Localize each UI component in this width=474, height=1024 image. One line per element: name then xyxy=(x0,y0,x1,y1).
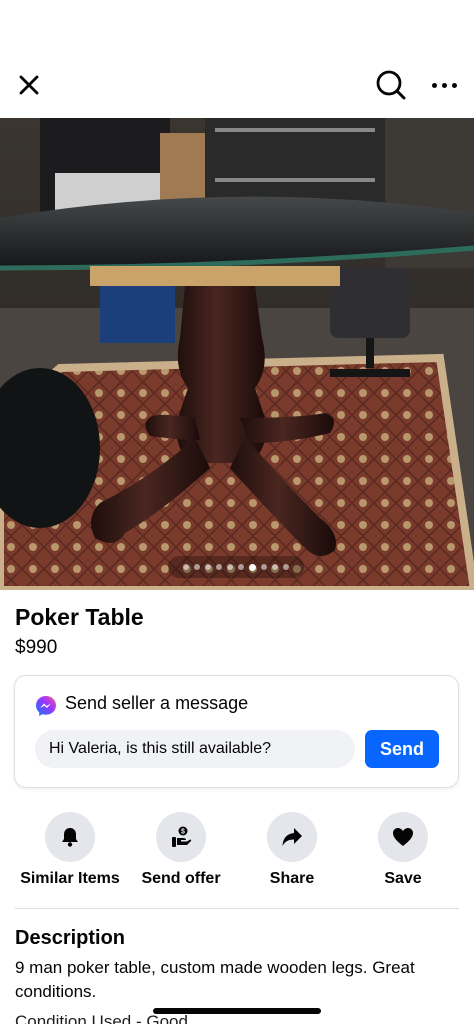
send-offer-label: Send offer xyxy=(141,870,221,887)
messenger-icon xyxy=(35,695,57,717)
listing-photo[interactable] xyxy=(0,118,474,590)
top-bar xyxy=(0,60,474,112)
pager-dot xyxy=(238,564,244,570)
bell-icon xyxy=(45,812,95,862)
action-row: Similar Items $ Send offer Share Save xyxy=(0,812,474,892)
divider xyxy=(15,908,459,909)
message-seller-card: Send seller a message Send xyxy=(14,675,459,788)
search-icon[interactable] xyxy=(374,68,408,102)
pager-dot xyxy=(227,564,233,570)
poker-table-image xyxy=(0,118,474,590)
pager-dot xyxy=(272,564,278,570)
listing-price: $990 xyxy=(15,637,58,658)
send-offer-button[interactable]: $ Send offer xyxy=(121,812,241,892)
description-text: 9 man poker table, custom made wooden le… xyxy=(15,958,415,1001)
pager-dot xyxy=(183,564,189,570)
close-icon[interactable] xyxy=(14,70,44,100)
pager-dot xyxy=(261,564,267,570)
pager-dot xyxy=(194,564,200,570)
pager-dot xyxy=(205,564,211,570)
pager-dot xyxy=(283,564,289,570)
send-button[interactable]: Send xyxy=(365,730,439,768)
svg-text:$: $ xyxy=(181,829,185,836)
similar-items-button[interactable]: Similar Items xyxy=(10,812,130,892)
gallery-pager[interactable] xyxy=(168,556,304,578)
heart-icon xyxy=(378,812,428,862)
pager-dot-active xyxy=(249,563,256,571)
similar-items-label: Similar Items xyxy=(20,870,120,887)
description-heading: Description xyxy=(15,927,126,949)
message-heading: Send seller a message xyxy=(65,693,249,713)
home-indicator[interactable] xyxy=(153,1008,321,1014)
more-horizontal-icon[interactable] xyxy=(426,68,462,102)
share-icon xyxy=(267,812,317,862)
pager-dot xyxy=(216,564,222,570)
offer-icon: $ xyxy=(156,812,206,862)
listing-title: Poker Table xyxy=(15,604,144,630)
share-button[interactable]: Share xyxy=(232,812,352,892)
message-input[interactable] xyxy=(35,730,355,768)
save-label: Save xyxy=(384,870,422,887)
save-button[interactable]: Save xyxy=(343,812,463,892)
share-label: Share xyxy=(269,870,315,887)
